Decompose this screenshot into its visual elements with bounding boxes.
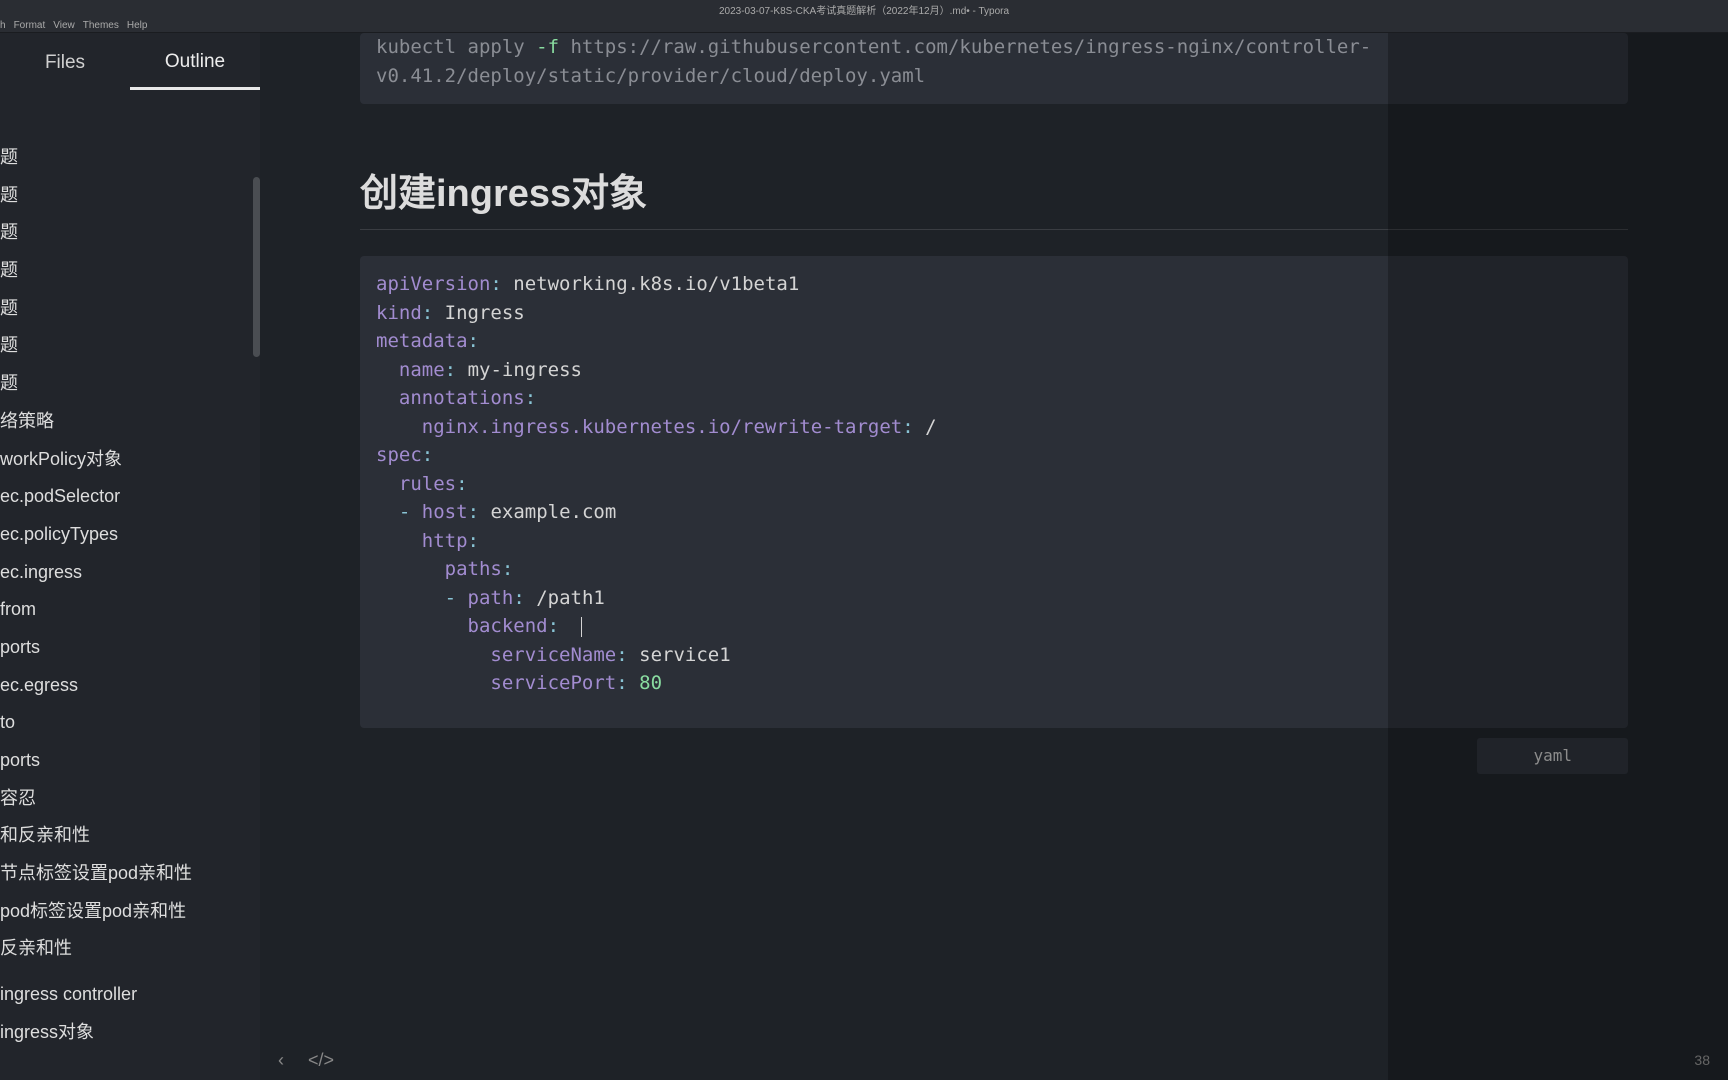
outline-item[interactable]: ec.podSelector [0,478,260,516]
editor-main[interactable]: kubectl apply -f https://raw.githubuserc… [260,33,1728,1080]
outline-item[interactable]: 题 [0,290,260,328]
menu-format[interactable]: Format [14,20,46,31]
outline-list: 题 题 题 题 题 题 题 络策略 workPolicy对象 ec.podSel… [0,91,260,1052]
outline-item[interactable]: to [0,704,260,742]
outline-item[interactable]: pod标签设置pod亲和性 [0,893,260,931]
sidebar-tabs: Files Outline [0,33,260,91]
outline-item[interactable] [0,968,260,976]
code-text: v0.41.2/deploy/static/provider/cloud/dep… [376,62,1612,91]
outline-item[interactable]: 和反亲和性 [0,817,260,855]
code-lang-label[interactable]: yaml [1477,738,1628,774]
sidebar-toggle-icon[interactable]: ‹ [278,1050,284,1071]
outline-item[interactable]: 题 [0,177,260,215]
tab-files[interactable]: Files [0,36,130,88]
sidebar-scrollbar[interactable] [253,177,260,357]
outline-item[interactable]: ec.policyTypes [0,516,260,554]
outline-item[interactable]: 节点标签设置pod亲和性 [0,855,260,893]
outline-item[interactable]: 题 [0,214,260,252]
statusbar: ‹ </> 38 [260,1040,1728,1080]
outline-item[interactable]: from [0,591,260,629]
text-cursor [581,617,582,637]
code-text: kubectl apply [376,36,536,58]
code-block-yaml[interactable]: apiVersion: networking.k8s.io/v1beta1 ki… [360,256,1628,728]
word-count[interactable]: 38 [1694,1052,1710,1068]
outline-item[interactable]: 题 [0,139,260,177]
window-titlebar: 2023-03-07-K8S-CKA考试真题解析（2022年12月）.md• -… [0,0,1728,18]
menu-themes[interactable]: Themes [83,20,119,31]
outline-item[interactable]: ports [0,629,260,667]
outline-item[interactable]: 络策略 [0,403,260,441]
menu-paragraph[interactable]: h [0,20,6,31]
window-title: 2023-03-07-K8S-CKA考试真题解析（2022年12月）.md• -… [719,2,1009,17]
menubar: h Format View Themes Help [0,18,1728,33]
heading-create-ingress[interactable]: 创建ingress对象 [360,144,1628,230]
code-flag: -f [536,36,559,58]
sidebar: Files Outline 题 题 题 题 题 题 题 络策略 workPoli… [0,33,260,1080]
outline-item[interactable]: 题 [0,365,260,403]
outline-item[interactable]: ec.egress [0,667,260,705]
menu-view[interactable]: View [53,20,75,31]
outline-item[interactable]: 题 [0,252,260,290]
code-text: https://raw.githubusercontent.com/kubern… [559,36,1371,58]
outline-item[interactable]: 题 [0,327,260,365]
outline-item[interactable]: ingress对象 [0,1014,260,1052]
outline-item[interactable]: workPolicy对象 [0,441,260,479]
tab-outline[interactable]: Outline [130,35,260,90]
outline-item[interactable]: ec.ingress [0,554,260,592]
outline-item[interactable]: ports [0,742,260,780]
menu-help[interactable]: Help [127,20,148,31]
outline-item[interactable]: ingress controller [0,976,260,1014]
outline-item[interactable]: 容忍 [0,780,260,818]
code-block-shell[interactable]: kubectl apply -f https://raw.githubuserc… [360,33,1628,104]
outline-item[interactable]: 反亲和性 [0,930,260,968]
source-mode-icon[interactable]: </> [308,1050,334,1071]
